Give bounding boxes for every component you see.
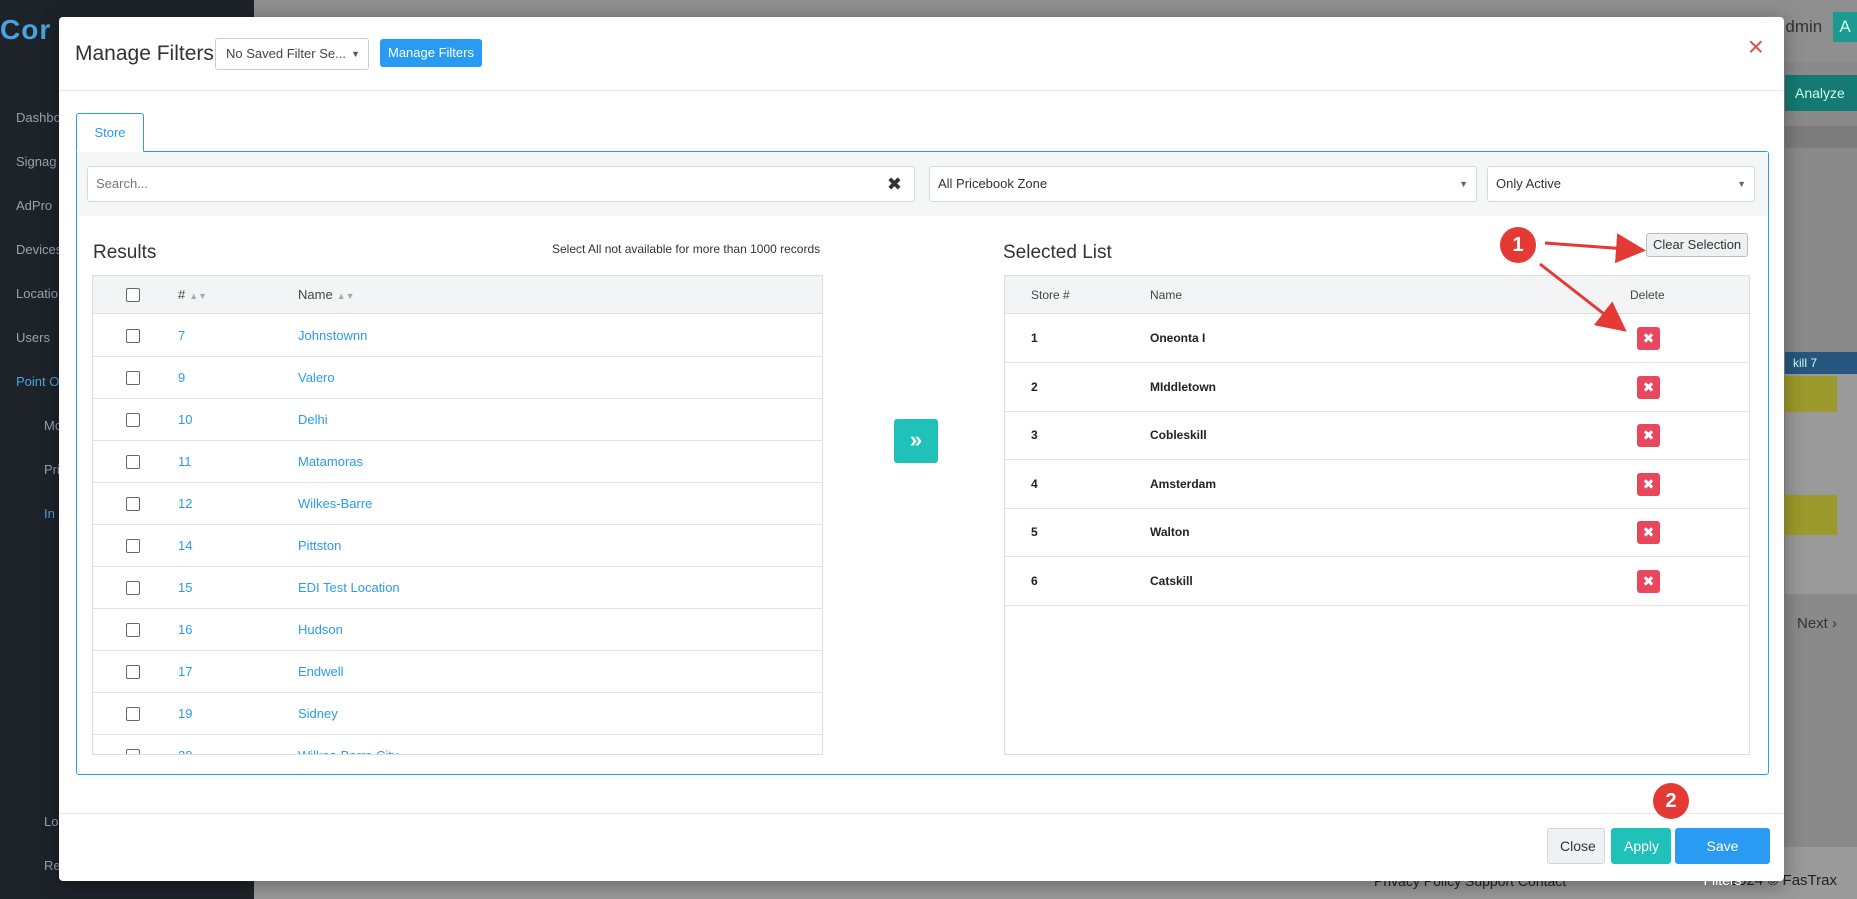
annotation-arrow-to-delete xyxy=(1539,262,1627,332)
annotation-badge-2: 2 xyxy=(1653,783,1689,819)
annotation-badge-1: 1 xyxy=(1500,227,1536,263)
annotation-arrows xyxy=(1539,233,1646,332)
annotation-arrow-to-clear xyxy=(1544,233,1646,264)
